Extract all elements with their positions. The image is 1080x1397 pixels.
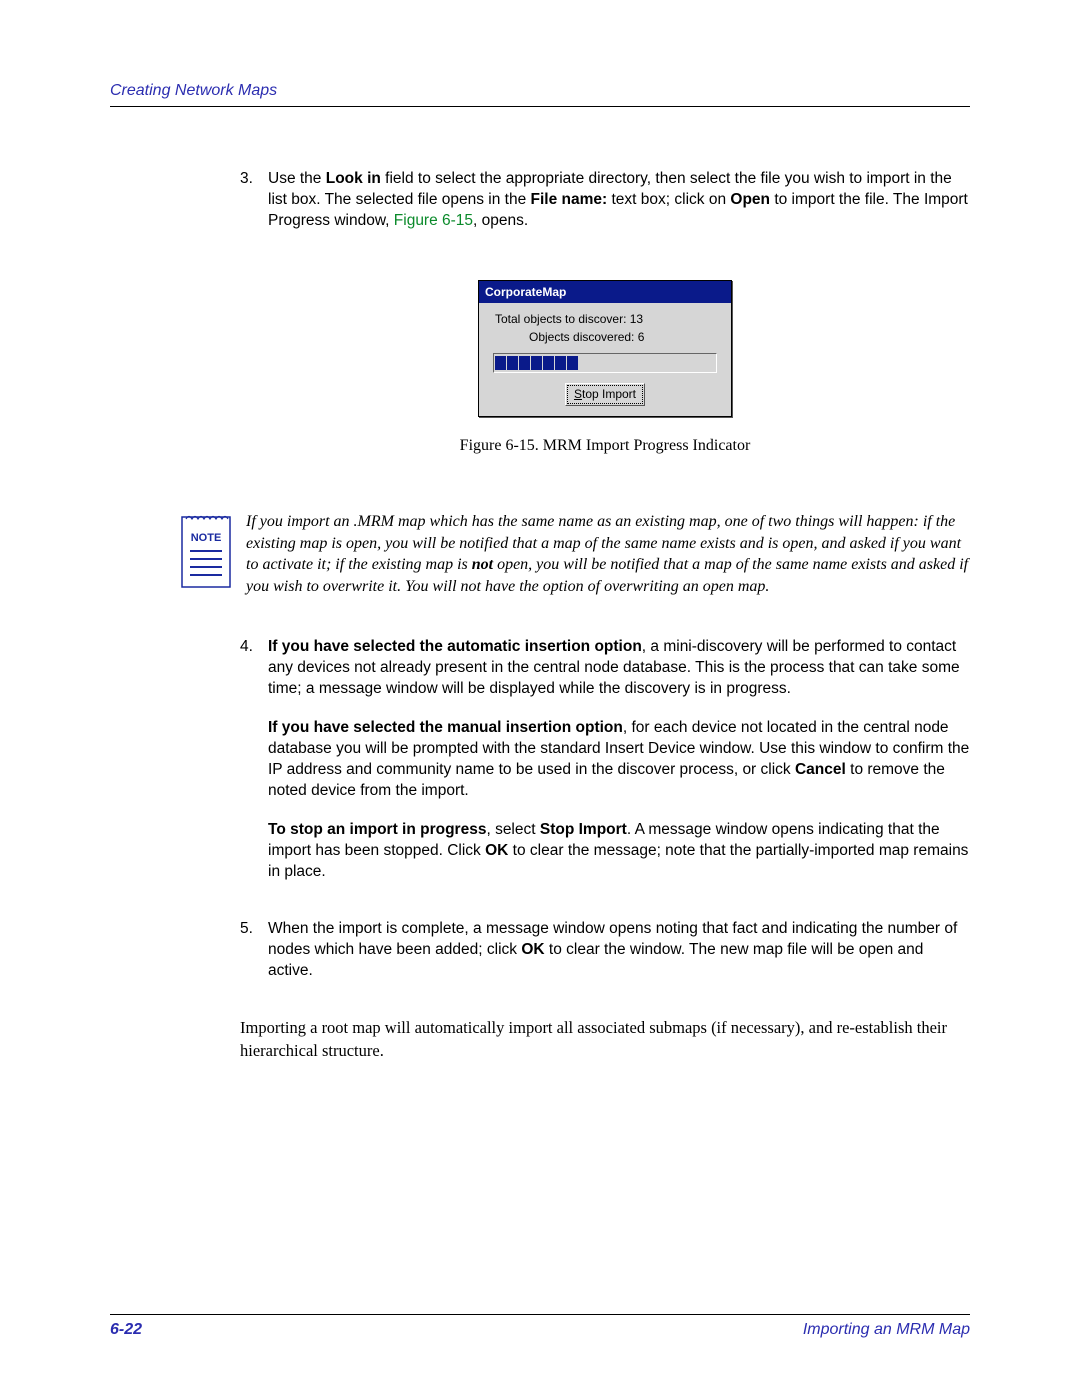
note-text: If you import an .MRM map which has the …: [246, 511, 970, 597]
step3-paragraph: Use the Look in field to select the appr…: [268, 169, 970, 232]
step-5: 5. When the import is complete, a messag…: [240, 919, 970, 1000]
note-icon: NOTE: [180, 511, 232, 589]
objects-discovered-line: Objects discovered: 6: [489, 329, 721, 345]
footer-section: Importing an MRM Map: [803, 1321, 970, 1339]
footer: 6-22 Importing an MRM Map: [110, 1314, 970, 1339]
text: , opens.: [473, 212, 528, 229]
text: Use the: [268, 170, 326, 187]
stop-underline: S: [574, 387, 582, 401]
content-area: 3. Use the Look in field to select the a…: [240, 169, 970, 1062]
dialog-title: CorporateMap: [479, 281, 731, 303]
figure-caption: Figure 6-15. MRM Import Progress Indicat…: [460, 435, 751, 457]
progress-segment: [507, 356, 518, 370]
import-progress-dialog: CorporateMap Total objects to discover: …: [478, 280, 732, 417]
step4-p3: To stop an import in progress, select St…: [268, 820, 970, 883]
note-label: NOTE: [180, 531, 232, 546]
progress-segment: [495, 356, 506, 370]
note-block: NOTE If you import an .MRM map which has…: [180, 511, 970, 597]
step-number: 4.: [240, 637, 268, 900]
step-number: 3.: [240, 169, 268, 250]
progress-segment: [543, 356, 554, 370]
header-title: Creating Network Maps: [110, 82, 970, 100]
step-3: 3. Use the Look in field to select the a…: [240, 169, 970, 250]
stop-rest: top Import: [582, 387, 636, 401]
step-body: If you have selected the automatic inser…: [268, 637, 970, 900]
progress-segment: [567, 356, 578, 370]
step4-p1: If you have selected the automatic inser…: [268, 637, 970, 700]
ok-label: OK: [521, 941, 544, 958]
header-rule: [110, 106, 970, 107]
file-name-label: File name:: [531, 191, 608, 208]
progress-segment: [531, 356, 542, 370]
not-bold: not: [472, 556, 493, 573]
dialog-body: Total objects to discover: 13 Objects di…: [479, 303, 731, 416]
step-body: Use the Look in field to select the appr…: [268, 169, 970, 250]
step-body: When the import is complete, a message w…: [268, 919, 970, 1000]
figure-6-15: CorporateMap Total objects to discover: …: [240, 280, 970, 456]
cancel-label: Cancel: [795, 761, 846, 778]
total-objects-line: Total objects to discover: 13: [489, 311, 721, 327]
manual-option: If you have selected the manual insertio…: [268, 719, 623, 736]
page: Creating Network Maps 3. Use the Look in…: [0, 0, 1080, 1397]
progress-bar: [493, 353, 717, 373]
stop-import-button[interactable]: Stop Import: [565, 383, 645, 405]
open-label: Open: [730, 191, 770, 208]
stop-import-label: Stop Import: [540, 821, 627, 838]
step-number: 5.: [240, 919, 268, 1000]
progress-segment: [555, 356, 566, 370]
step-4: 4. If you have selected the automatic in…: [240, 637, 970, 900]
auto-option: If you have selected the automatic inser…: [268, 638, 642, 655]
progress-segment: [519, 356, 530, 370]
closing-paragraph: Importing a root map will automatically …: [240, 1017, 970, 1062]
page-number: 6-22: [110, 1321, 142, 1339]
look-in-label: Look in: [326, 170, 381, 187]
step5-paragraph: When the import is complete, a message w…: [268, 919, 970, 982]
figure-reference[interactable]: Figure 6-15: [394, 212, 473, 229]
ok-label: OK: [485, 842, 508, 859]
text: , select: [486, 821, 539, 838]
stop-import-heading: To stop an import in progress: [268, 821, 486, 838]
step4-p2: If you have selected the manual insertio…: [268, 718, 970, 802]
text: text box; click on: [607, 191, 730, 208]
